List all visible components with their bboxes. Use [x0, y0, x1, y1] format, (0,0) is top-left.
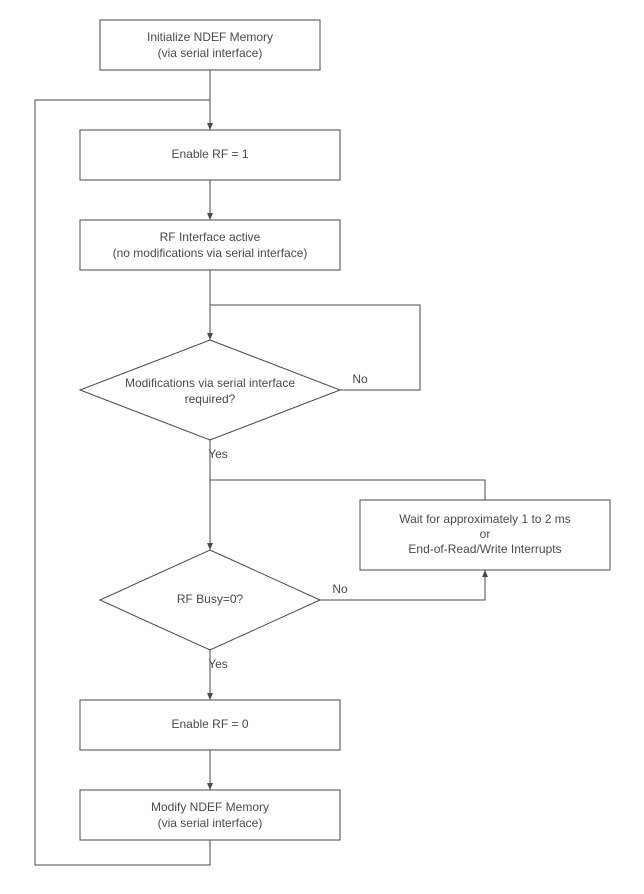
decmod-line1: Modifications via serial interface: [125, 376, 295, 390]
node-init-line2: (via serial interface): [158, 46, 263, 60]
modify-line2: (via serial interface): [158, 816, 263, 830]
flowchart-diagram: Initialize NDEF Memory (via serial inter…: [0, 0, 644, 894]
node-modify: Modify NDEF Memory (via serial interface…: [80, 790, 340, 840]
wait-line2: or: [480, 527, 491, 541]
decbusy-line1: RF Busy=0?: [177, 592, 244, 606]
node-init: Initialize NDEF Memory (via serial inter…: [100, 20, 320, 70]
node-wait: Wait for approximately 1 to 2 ms or End-…: [360, 500, 610, 570]
node-rf-active: RF Interface active (no modifications vi…: [80, 220, 340, 270]
node-rfactive-line2: (no modifications via serial interface): [113, 246, 308, 260]
enable0-line1: Enable RF = 0: [171, 717, 248, 731]
edge-wait-loop: [210, 480, 485, 500]
label-decmod-yes: Yes: [208, 447, 228, 461]
label-decbusy-no: No: [332, 582, 348, 596]
node-enable-rf-1: Enable RF = 1: [80, 130, 340, 180]
decmod-line2: required?: [185, 392, 236, 406]
node-enable-rf-0: Enable RF = 0: [80, 700, 340, 750]
label-decmod-no: No: [352, 372, 368, 386]
wait-line3: End-of-Read/Write Interrupts: [408, 542, 561, 556]
decision-mod-required: Modifications via serial interface requi…: [80, 340, 340, 440]
wait-line1: Wait for approximately 1 to 2 ms: [399, 512, 571, 526]
node-rfactive-line1: RF Interface active: [160, 230, 261, 244]
label-decbusy-yes: Yes: [208, 657, 228, 671]
node-init-line1: Initialize NDEF Memory: [147, 30, 273, 44]
node-enable1-line1: Enable RF = 1: [171, 147, 248, 161]
modify-line1: Modify NDEF Memory: [151, 800, 269, 814]
decision-rf-busy: RF Busy=0?: [100, 550, 320, 650]
